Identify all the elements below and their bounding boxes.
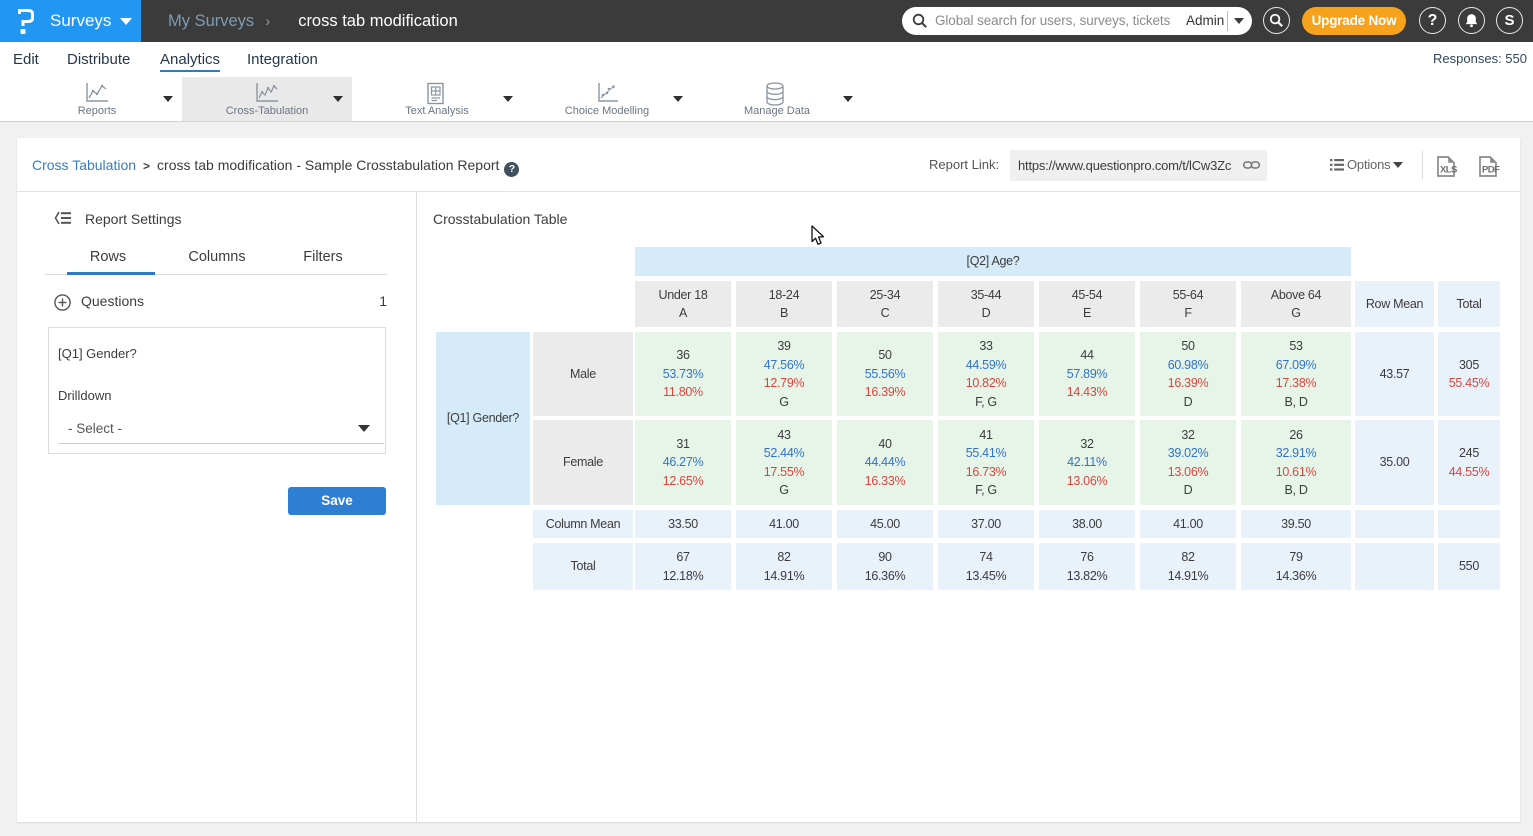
svg-text:PDF: PDF (1482, 165, 1500, 176)
svg-text:XLS: XLS (1440, 165, 1457, 176)
